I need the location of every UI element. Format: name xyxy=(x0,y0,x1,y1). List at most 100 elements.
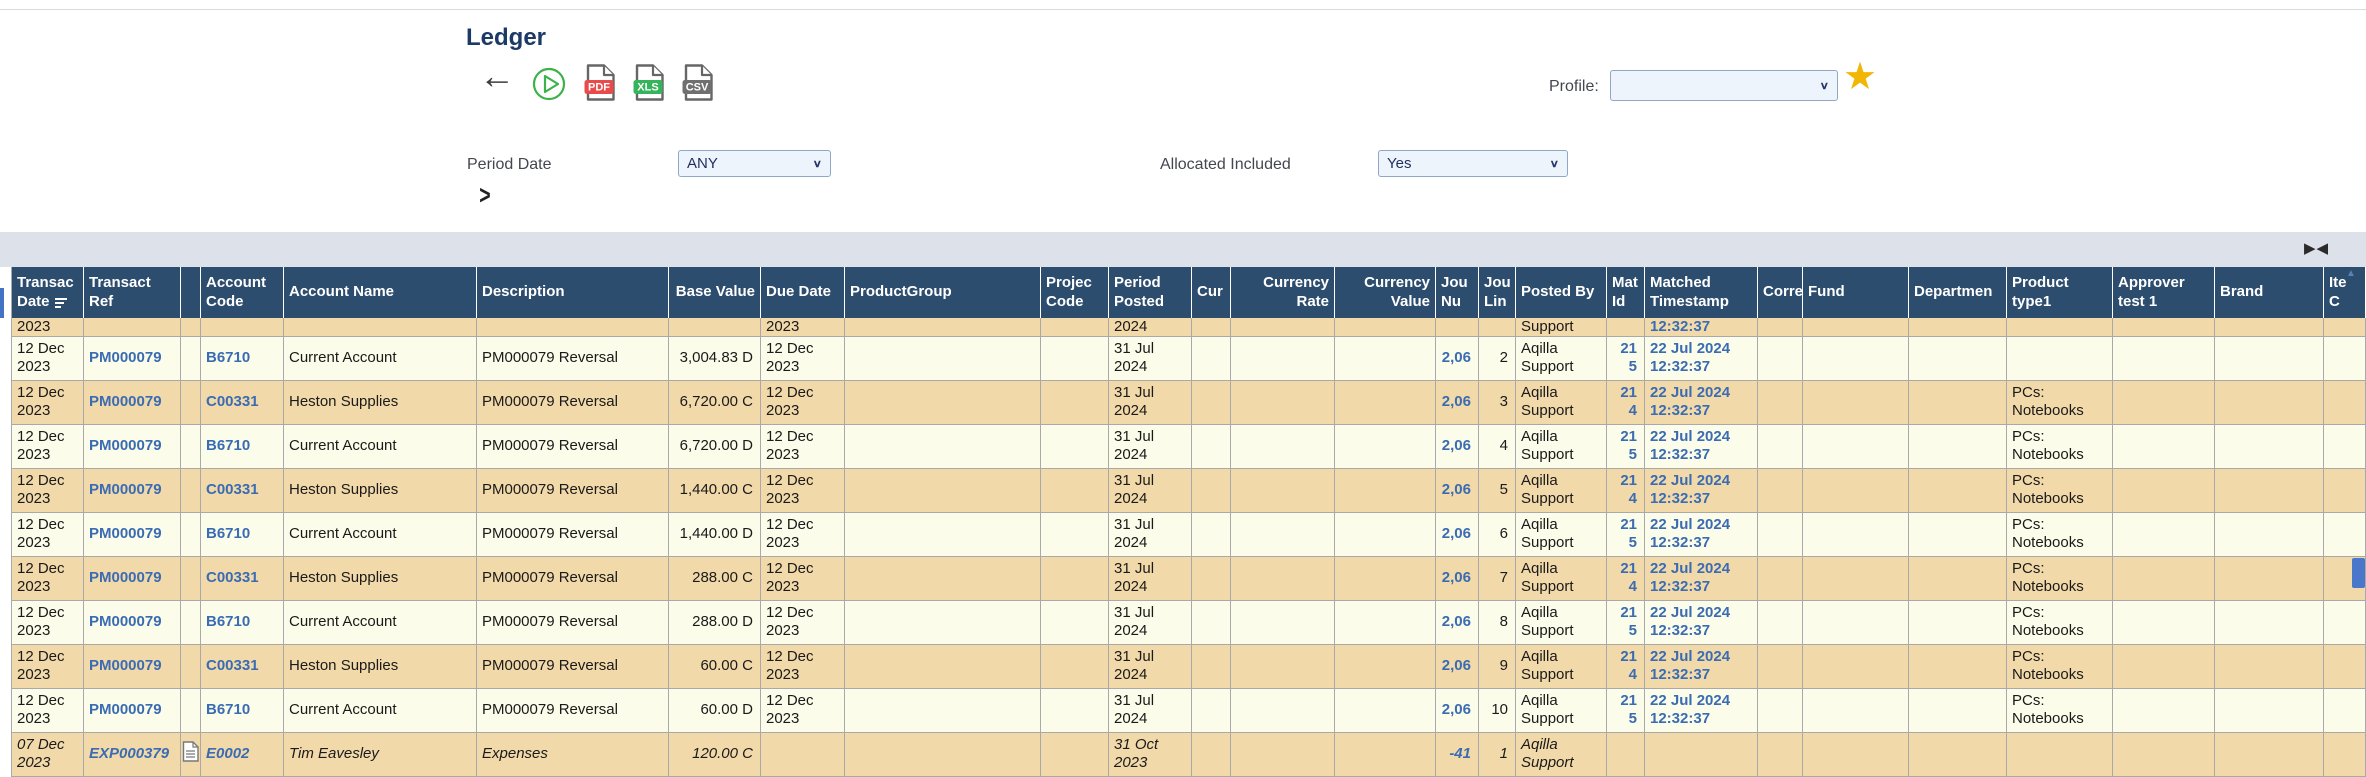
col-mat_id[interactable]: Mat Id xyxy=(1607,267,1645,318)
ref-link[interactable]: PM000079 xyxy=(89,613,162,630)
mat_id-link[interactable]: 214 xyxy=(1620,472,1637,507)
jou_nu-link[interactable]: 2,06 xyxy=(1442,481,1471,498)
account_code-link[interactable]: B6710 xyxy=(206,437,250,454)
jou_nu-link[interactable]: 2,06 xyxy=(1442,349,1471,366)
vertical-scrollbar-thumb[interactable] xyxy=(2352,558,2365,588)
col-due_date[interactable]: Due Date xyxy=(761,267,845,318)
col-product_type1[interactable]: Product type1 xyxy=(2007,267,2113,318)
account_code-link[interactable]: B6710 xyxy=(206,349,250,366)
favorite-star-icon[interactable]: ★ xyxy=(1843,58,1877,96)
account_code-link[interactable]: C00331 xyxy=(206,657,259,674)
jou_nu-link[interactable]: -41 xyxy=(1449,745,1471,762)
jou_nu-link[interactable]: 2,06 xyxy=(1442,657,1471,674)
ref-link[interactable]: PM000079 xyxy=(89,437,162,454)
col-account_code[interactable]: Account Code xyxy=(201,267,284,318)
col-currency_value[interactable]: Currency Value xyxy=(1335,267,1436,318)
col-product_group[interactable]: ProductGroup xyxy=(845,267,1041,318)
col-approver_test1[interactable]: Approver test 1 xyxy=(2113,267,2215,318)
cell-currency_value xyxy=(1335,468,1436,512)
mat_id-link[interactable]: 215 xyxy=(1620,340,1637,375)
col-matched[interactable]: Matched Timestamp xyxy=(1645,267,1758,318)
col-jou_nu[interactable]: Jou Nu xyxy=(1436,267,1479,318)
account_code-link[interactable]: C00331 xyxy=(206,481,259,498)
ref-link[interactable]: EXP000379 xyxy=(89,745,169,762)
mat_id-link[interactable]: 215 xyxy=(1620,692,1637,727)
mat_id-link[interactable]: 214 xyxy=(1620,648,1637,683)
matched-link[interactable]: 22 Jul 2024 12:32:37 xyxy=(1650,340,1730,375)
allocated-included-select[interactable]: Yes ∨ xyxy=(1378,150,1568,177)
col-department[interactable]: Departmen xyxy=(1909,267,2007,318)
jou_nu-link[interactable]: 2,06 xyxy=(1442,613,1471,630)
jou_nu-link[interactable]: 2,06 xyxy=(1442,393,1471,410)
run-report-icon[interactable] xyxy=(532,67,566,106)
cell-item_c xyxy=(2324,318,2366,336)
col-fund[interactable]: Fund xyxy=(1803,267,1909,318)
back-arrow-icon[interactable]: ← xyxy=(479,58,515,94)
account_code-link[interactable]: B6710 xyxy=(206,525,250,542)
matched-link[interactable]: 22 Jul 2024 12:32:37 xyxy=(1650,472,1730,507)
mat_id-link[interactable]: 214 xyxy=(1620,560,1637,595)
matched-link[interactable]: 22 Jul 2024 12:32:37 xyxy=(1650,604,1730,639)
export-pdf-icon[interactable]: PDF xyxy=(583,64,615,106)
export-xls-icon[interactable]: XLS xyxy=(632,64,664,106)
matched-link[interactable]: 22 Jul 2024 12:32:37 xyxy=(1650,384,1730,419)
cell-cur xyxy=(1192,318,1231,336)
mat_id-link[interactable]: 214 xyxy=(1620,384,1637,419)
matched-link[interactable]: 22 Jul 2024 12:32:37 xyxy=(1650,648,1730,683)
col-ref[interactable]: Transact Ref xyxy=(84,267,181,318)
col-project_code[interactable]: Projec Code xyxy=(1041,267,1109,318)
col-date[interactable]: Transac Date xyxy=(12,267,84,318)
col-corre[interactable]: Corre xyxy=(1758,267,1803,318)
col-account_name[interactable]: Account Name xyxy=(284,267,477,318)
ref-link[interactable]: PM000079 xyxy=(89,525,162,542)
account_code-link[interactable]: B6710 xyxy=(206,613,250,630)
col-posted_by[interactable]: Posted By xyxy=(1516,267,1607,318)
jou_nu-link[interactable]: 2,06 xyxy=(1442,525,1471,542)
scroll-up-icon[interactable]: ▲ xyxy=(2346,269,2356,279)
cell-matched: 22 Jul 2024 12:32:37 xyxy=(1645,600,1758,644)
col-jou_lin[interactable]: Jou Lin xyxy=(1479,267,1516,318)
col-base_value[interactable]: Base Value xyxy=(669,267,761,318)
document-icon[interactable] xyxy=(182,741,199,762)
col-brand[interactable]: Brand xyxy=(2215,267,2324,318)
ref-link[interactable]: PM000079 xyxy=(89,481,162,498)
matched-link[interactable]: 12:32:37 xyxy=(1650,318,1710,335)
ref-link[interactable]: PM000079 xyxy=(89,393,162,410)
jou_nu-link[interactable]: 2,06 xyxy=(1442,701,1471,718)
col-doc[interactable] xyxy=(181,267,201,318)
account_code-link[interactable]: E0002 xyxy=(206,745,249,762)
expand-filters-chevron-icon[interactable]: > xyxy=(479,180,490,211)
export-csv-icon[interactable]: CSV xyxy=(681,64,713,106)
account_code-link[interactable]: C00331 xyxy=(206,569,259,586)
matched-link[interactable]: 22 Jul 2024 12:32:37 xyxy=(1650,428,1730,463)
sort-icon[interactable] xyxy=(55,296,67,308)
period-date-select[interactable]: ANY ∨ xyxy=(678,150,831,177)
ref-link[interactable]: PM000079 xyxy=(89,701,162,718)
mat_id-link[interactable]: 215 xyxy=(1620,516,1637,551)
jou_nu-link[interactable]: 2,06 xyxy=(1442,437,1471,454)
col-description[interactable]: Description xyxy=(477,267,669,318)
table-row: 12 Dec 2023PM000079B6710Current AccountP… xyxy=(12,600,2366,644)
cell-jou_nu: 2,06 xyxy=(1436,600,1479,644)
matched-link[interactable]: 22 Jul 2024 12:32:37 xyxy=(1650,560,1730,595)
jou_nu-link[interactable]: 2,06 xyxy=(1442,569,1471,586)
account_code-link[interactable]: C00331 xyxy=(206,393,259,410)
matched-link[interactable]: 22 Jul 2024 12:32:37 xyxy=(1650,692,1730,727)
col-currency_rate[interactable]: Currency Rate xyxy=(1231,267,1335,318)
cell-ref: PM000079 xyxy=(84,600,181,644)
left-scroll-thumb[interactable] xyxy=(0,288,4,318)
mat_id-link[interactable]: 215 xyxy=(1620,604,1637,639)
collapse-columns-icon[interactable]: ▶◀ xyxy=(2304,239,2329,257)
ref-link[interactable]: PM000079 xyxy=(89,657,162,674)
col-cur[interactable]: Cur xyxy=(1192,267,1231,318)
account_code-link[interactable]: B6710 xyxy=(206,701,250,718)
matched-link[interactable]: 22 Jul 2024 12:32:37 xyxy=(1650,516,1730,551)
profile-select[interactable]: ∨ xyxy=(1610,70,1838,101)
cell-product_type1: PCs: Notebooks xyxy=(2007,600,2113,644)
mat_id-link[interactable]: 215 xyxy=(1620,428,1637,463)
col-item_c[interactable]: Ite C xyxy=(2324,267,2366,318)
cell-posted_by: Aqilla Support xyxy=(1516,556,1607,600)
col-period_posted[interactable]: Period Posted xyxy=(1109,267,1192,318)
ref-link[interactable]: PM000079 xyxy=(89,349,162,366)
ref-link[interactable]: PM000079 xyxy=(89,569,162,586)
